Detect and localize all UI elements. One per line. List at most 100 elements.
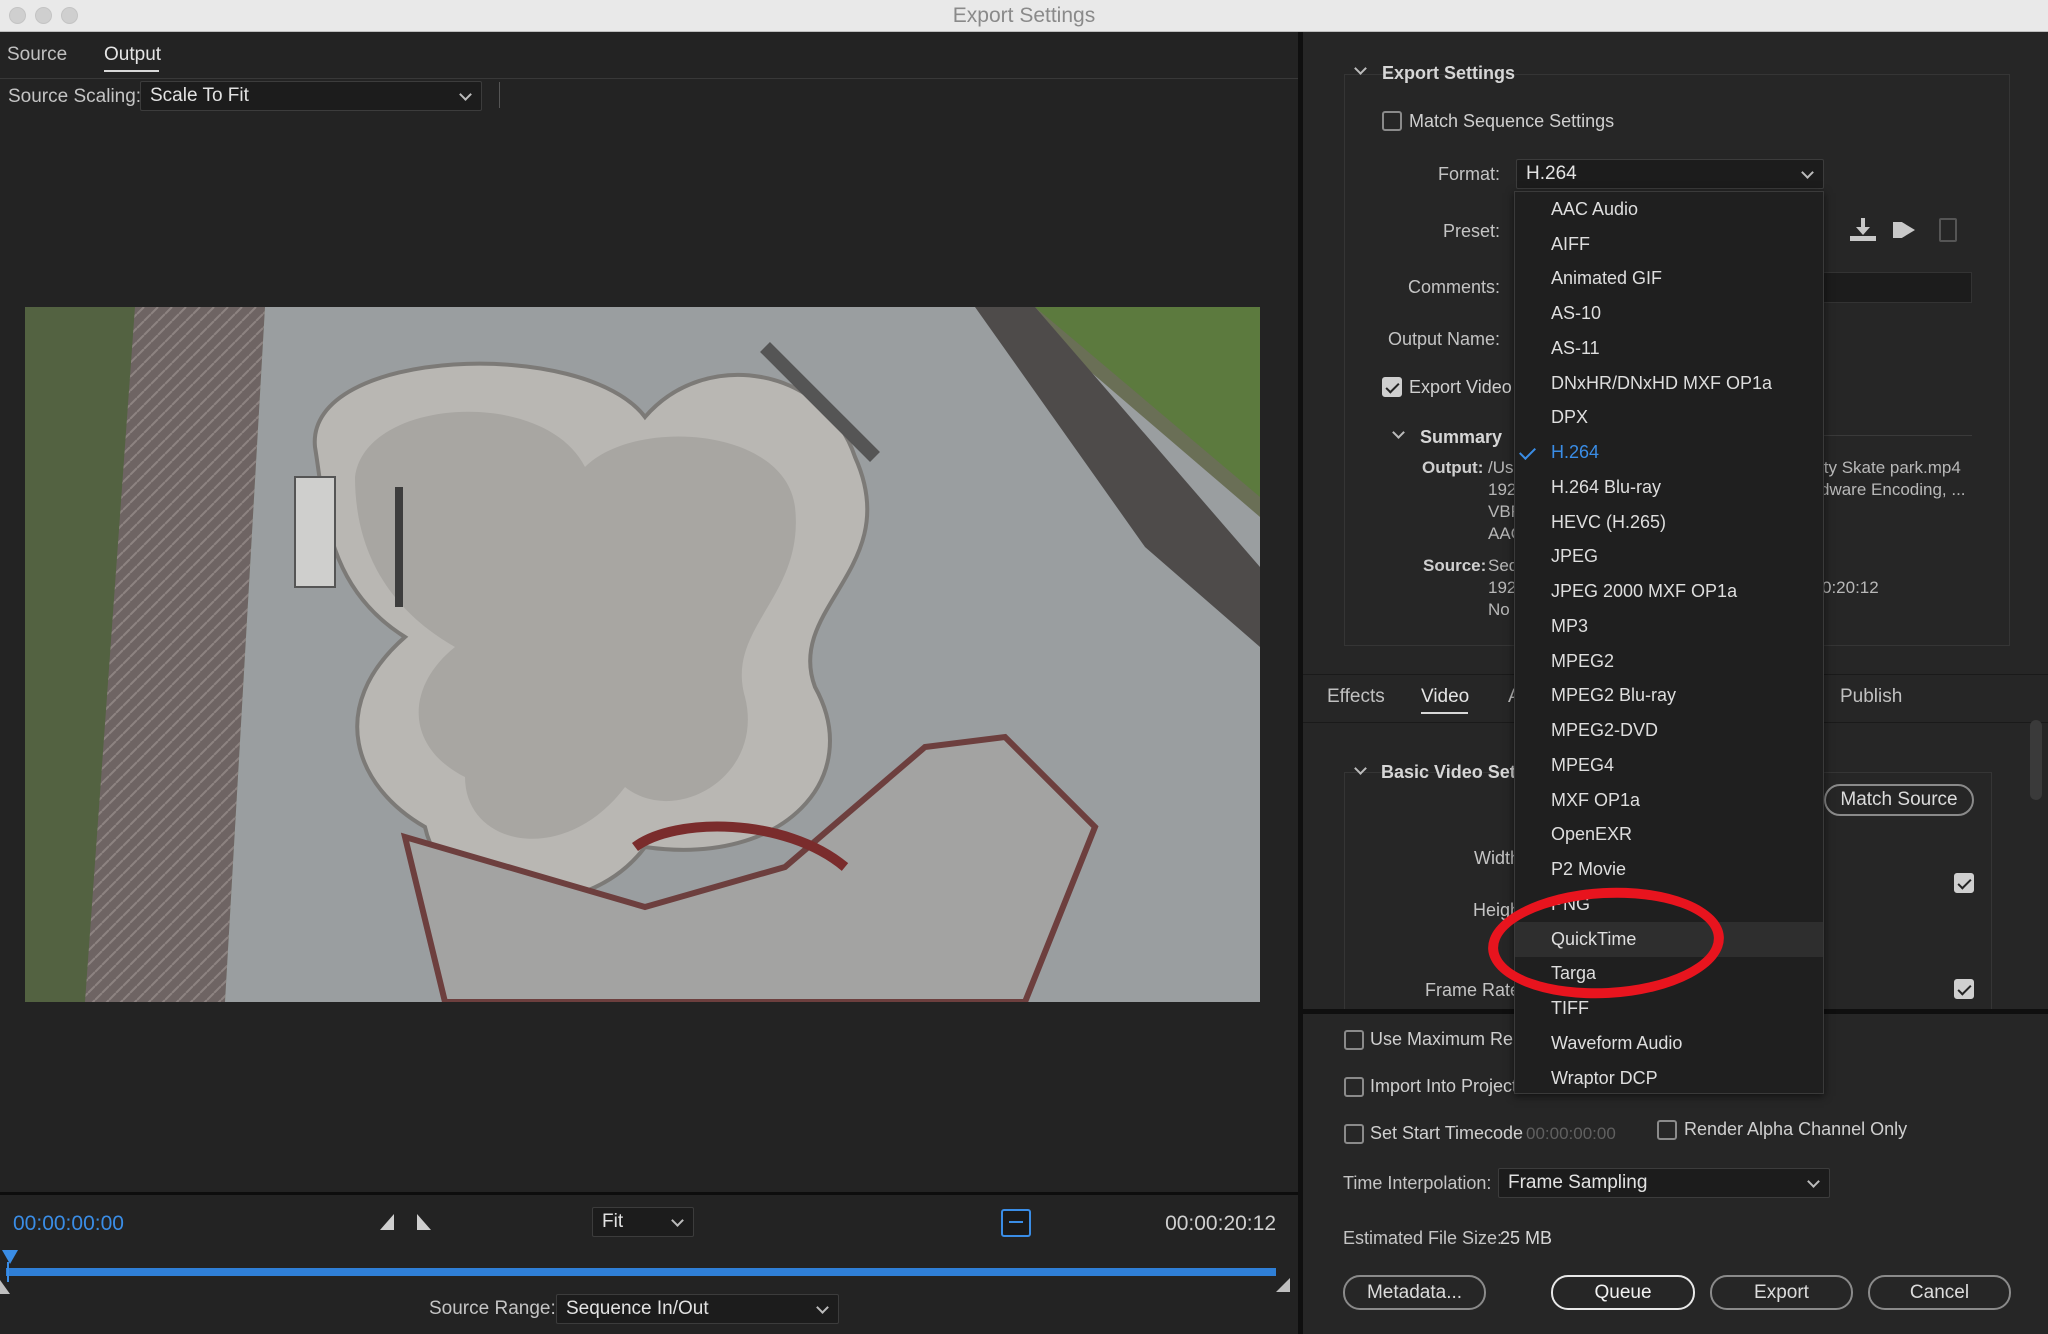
- format-option-waveform-audio[interactable]: Waveform Audio: [1515, 1026, 1823, 1061]
- export-video-label: Export Video: [1409, 377, 1512, 397]
- match-source-button[interactable]: Match Source: [1824, 784, 1974, 816]
- format-option-dpx[interactable]: DPX: [1515, 400, 1823, 435]
- import-preset-icon[interactable]: [1893, 218, 1919, 240]
- zoom-value: Fit: [602, 1211, 624, 1232]
- format-option-wraptor-dcp[interactable]: Wraptor DCP: [1515, 1061, 1823, 1096]
- timeline-top-border: [0, 1192, 1298, 1195]
- format-option-tiff[interactable]: TIFF: [1515, 991, 1823, 1026]
- metadata-button[interactable]: Metadata...: [1343, 1275, 1486, 1310]
- summary-source-label: Source:: [1423, 556, 1487, 575]
- format-option-mpeg2-dvd[interactable]: MPEG2-DVD: [1515, 713, 1823, 748]
- width-match-checkbox[interactable]: [1954, 873, 1974, 893]
- chevron-down-icon: [816, 1303, 828, 1315]
- settings-scrollbar[interactable]: [2030, 720, 2042, 800]
- format-select[interactable]: H.264: [1516, 159, 1824, 189]
- chevron-down-icon: [671, 1216, 683, 1228]
- source-scaling-label: Source Scaling:: [8, 86, 142, 107]
- summary-output-line: 192: [1488, 480, 1517, 499]
- checkmark-icon: [1519, 443, 1536, 460]
- current-timecode[interactable]: 00:00:00:00: [13, 1212, 124, 1236]
- cancel-button[interactable]: Cancel: [1868, 1275, 2011, 1310]
- delete-preset-icon[interactable]: [1939, 218, 1957, 242]
- summary-output-encoding: dware Encoding, ...: [1820, 480, 1966, 499]
- export-settings-header: Export Settings: [1382, 63, 1516, 83]
- format-option-h264-label: H.264: [1551, 442, 1600, 462]
- chevron-down-icon: [1807, 1177, 1819, 1189]
- format-option-mpeg4[interactable]: MPEG4: [1515, 748, 1823, 783]
- format-option-animated-gif[interactable]: Animated GIF: [1515, 261, 1823, 296]
- time-interpolation-select[interactable]: Frame Sampling: [1498, 1168, 1830, 1198]
- preset-label: Preset:: [1442, 221, 1500, 241]
- format-label: Format:: [1437, 164, 1500, 184]
- chevron-down-icon[interactable]: [1354, 764, 1366, 776]
- summary-source-line: 192: [1488, 578, 1517, 597]
- format-option-mp3[interactable]: MP3: [1515, 609, 1823, 644]
- chevron-down-icon[interactable]: [1354, 64, 1366, 76]
- format-option-jpeg[interactable]: JPEG: [1515, 539, 1823, 574]
- format-option-mpeg2-bluray[interactable]: MPEG2 Blu-ray: [1515, 678, 1823, 713]
- format-option-aac-audio[interactable]: AAC Audio: [1515, 192, 1823, 227]
- import-into-project-checkbox[interactable]: [1344, 1077, 1364, 1097]
- file-size-label: Estimated File Size:: [1343, 1228, 1503, 1248]
- match-sequence-checkbox[interactable]: [1382, 111, 1402, 131]
- output-name-label: Output Name:: [1387, 329, 1500, 349]
- format-option-h264-bluray[interactable]: H.264 Blu-ray: [1515, 470, 1823, 505]
- export-video-checkbox[interactable]: [1382, 377, 1402, 397]
- source-range-value: Sequence In/Out: [566, 1298, 709, 1319]
- format-option-as-11[interactable]: AS-11: [1515, 331, 1823, 366]
- use-max-render-checkbox[interactable]: [1344, 1030, 1364, 1050]
- format-option-hevc[interactable]: HEVC (H.265): [1515, 505, 1823, 540]
- export-button[interactable]: Export: [1710, 1275, 1853, 1310]
- skate-park-frame: [25, 307, 1260, 1002]
- toolbar-separator: [499, 82, 500, 108]
- set-in-point-icon[interactable]: [380, 1214, 394, 1230]
- comments-label: Comments:: [1407, 277, 1500, 297]
- source-range-select[interactable]: Sequence In/Out: [556, 1294, 839, 1324]
- video-preview: [25, 307, 1260, 1002]
- tab-publish[interactable]: Publish: [1840, 686, 1902, 708]
- format-option-jpeg2000[interactable]: JPEG 2000 MXF OP1a: [1515, 574, 1823, 609]
- out-point-handle[interactable]: [1276, 1278, 1290, 1292]
- format-option-openexr[interactable]: OpenEXR: [1515, 817, 1823, 852]
- chevron-down-icon[interactable]: [1392, 428, 1404, 440]
- tab-output[interactable]: Output: [104, 44, 161, 66]
- summary-output-label: Output:: [1422, 458, 1484, 477]
- aspect-ratio-correction-icon[interactable]: [1001, 1209, 1031, 1237]
- source-scaling-value: Scale To Fit: [150, 85, 249, 106]
- timeline-range-bar[interactable]: [6, 1268, 1276, 1276]
- frame-rate-match-checkbox[interactable]: [1954, 979, 1974, 999]
- format-option-mpeg2[interactable]: MPEG2: [1515, 644, 1823, 679]
- in-point-handle[interactable]: [0, 1280, 10, 1294]
- format-option-dnxhr[interactable]: DNxHR/DNxHD MXF OP1a: [1515, 366, 1823, 401]
- format-option-h264[interactable]: H.264: [1515, 435, 1823, 470]
- start-timecode-field[interactable]: 00:00:00:00: [1526, 1124, 1616, 1144]
- source-scaling-select[interactable]: Scale To Fit: [140, 81, 482, 111]
- chevron-down-icon: [459, 90, 471, 102]
- format-option-mxf-op1a[interactable]: MXF OP1a: [1515, 783, 1823, 818]
- queue-button[interactable]: Queue: [1551, 1275, 1695, 1310]
- render-alpha-checkbox[interactable]: [1657, 1120, 1677, 1140]
- source-range-label: Source Range:: [429, 1298, 556, 1319]
- basic-video-header: Basic Video Setti: [1381, 762, 1527, 782]
- set-out-point-icon[interactable]: [417, 1214, 431, 1230]
- tab-video[interactable]: Video: [1421, 686, 1469, 708]
- format-option-p2-movie[interactable]: P2 Movie: [1515, 852, 1823, 887]
- zoom-select[interactable]: Fit: [592, 1207, 694, 1237]
- render-alpha-label: Render Alpha Channel Only: [1684, 1119, 1908, 1139]
- playhead-line: [7, 1262, 9, 1282]
- title-bar: Export Settings: [0, 0, 2048, 32]
- format-value: H.264: [1526, 163, 1577, 184]
- summary-header: Summary: [1420, 427, 1503, 447]
- save-preset-icon[interactable]: [1850, 218, 1876, 242]
- format-option-aiff[interactable]: AIFF: [1515, 227, 1823, 262]
- time-interpolation-label: Time Interpolation:: [1343, 1173, 1492, 1193]
- set-start-timecode-checkbox[interactable]: [1344, 1124, 1364, 1144]
- summary-output-line: /Us: [1488, 458, 1514, 477]
- import-into-project-label: Import Into Project: [1370, 1076, 1518, 1096]
- tab-effects[interactable]: Effects: [1327, 686, 1385, 708]
- summary-source-duration: 0:20:12: [1822, 578, 1879, 597]
- use-max-render-label: Use Maximum Ren: [1370, 1029, 1524, 1049]
- set-start-timecode-label: Set Start Timecode: [1370, 1123, 1524, 1143]
- tab-source[interactable]: Source: [7, 44, 67, 66]
- format-option-as-10[interactable]: AS-10: [1515, 296, 1823, 331]
